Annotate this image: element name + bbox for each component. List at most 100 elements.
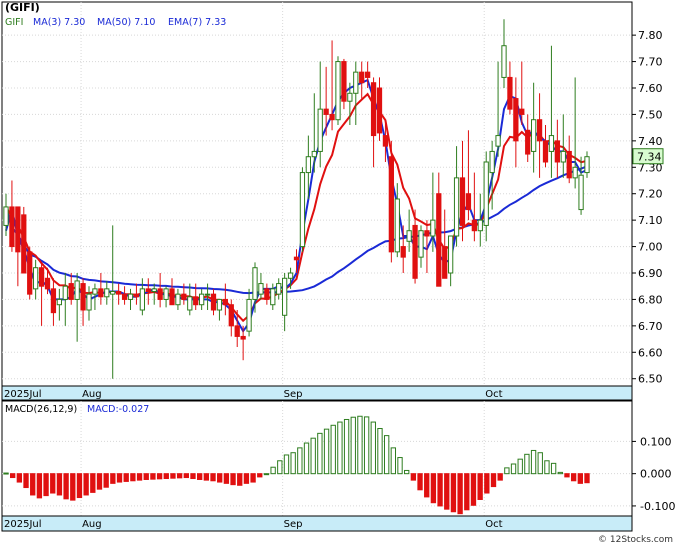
candle-up xyxy=(483,161,489,226)
macd-bar-negative xyxy=(183,473,189,479)
macd-bar-positive xyxy=(303,442,310,475)
macd-bar-negative xyxy=(417,473,423,491)
macd-bar-negative xyxy=(410,473,417,481)
candle-down xyxy=(293,256,300,261)
macd-bar-positive xyxy=(510,463,517,475)
candle-down xyxy=(133,293,140,298)
candle-down xyxy=(536,119,543,142)
candle-up xyxy=(74,280,80,300)
candle-up xyxy=(584,156,590,174)
macd-bar-positive xyxy=(277,460,283,475)
macd-bar-positive xyxy=(404,469,410,475)
macd-bar-negative xyxy=(230,473,236,486)
macd-bar-positive xyxy=(537,452,543,475)
macd-bar-negative xyxy=(96,473,103,490)
candle-up xyxy=(578,174,584,211)
macd-bar-negative xyxy=(176,473,183,479)
macd-bar-negative xyxy=(570,473,577,482)
candle-down xyxy=(341,61,347,102)
macd-bar-positive xyxy=(283,454,290,475)
macd-bar-negative xyxy=(70,473,76,501)
macd-bar-positive xyxy=(363,416,370,475)
macd-bar-negative xyxy=(577,473,583,484)
candle-down xyxy=(525,129,531,155)
candle-up xyxy=(335,61,341,121)
macd-bar-negative xyxy=(76,473,83,499)
candle-down xyxy=(519,108,525,115)
macd-bar-negative xyxy=(16,473,23,483)
macd-month-label: 2025Jul xyxy=(4,519,42,530)
candle-up xyxy=(299,172,306,248)
candle-down xyxy=(507,76,513,110)
candle-down xyxy=(264,288,270,300)
macd-bar-positive xyxy=(263,473,270,476)
macd-bar-positive xyxy=(343,418,350,475)
macd-bar-positive xyxy=(504,467,510,475)
candle-up xyxy=(347,92,353,102)
candle-down xyxy=(9,206,15,248)
candle-down xyxy=(382,135,389,147)
candle-up xyxy=(246,298,252,332)
macd-bar-positive xyxy=(323,428,330,475)
macd-month-label: Oct xyxy=(485,519,502,530)
candle-down xyxy=(365,71,371,78)
macd-bar-positive xyxy=(290,452,296,475)
macd-bar-positive xyxy=(557,471,563,475)
macd-bar-positive xyxy=(297,447,303,475)
macd-bar-negative xyxy=(43,473,49,497)
month-label: Aug xyxy=(82,389,102,400)
candle-up xyxy=(139,288,145,311)
macd-bar-negative xyxy=(257,473,263,478)
macd-bar-negative xyxy=(450,473,457,513)
macd-bar-negative xyxy=(223,473,230,484)
macd-bar-positive xyxy=(317,432,323,475)
candle-down xyxy=(50,288,57,314)
candle-down xyxy=(459,177,466,226)
candle-up xyxy=(560,150,566,163)
macd-bar-negative xyxy=(110,473,116,484)
macd-bar-negative xyxy=(23,473,29,489)
price-tick-label: 6.80 xyxy=(638,293,663,306)
candle-up xyxy=(548,135,555,152)
stock-chart: 6.50 6.60 6.70 6.80 6.90 7.00 7.10 7.20 7.30 7.40… xyxy=(0,0,680,546)
macd-bar-negative xyxy=(190,473,196,480)
price-tick-label: 7.80 xyxy=(638,29,663,42)
candle-up xyxy=(531,119,537,152)
candle-up xyxy=(86,293,92,311)
macd-bar-positive xyxy=(310,437,316,475)
macd-bar-positive xyxy=(3,472,9,475)
macd-bar-negative xyxy=(130,473,136,482)
candle-up xyxy=(311,150,317,158)
candle-down xyxy=(554,140,560,163)
price-tick-label: 6.70 xyxy=(638,320,663,333)
macd-bar-negative xyxy=(30,473,36,496)
macd-bar-negative xyxy=(444,473,450,510)
candle-up xyxy=(258,283,264,295)
candle-down xyxy=(388,156,394,253)
candle-down xyxy=(145,288,151,293)
candle-up xyxy=(453,177,460,237)
candle-down xyxy=(442,246,448,279)
price-tick-label: 7.00 xyxy=(638,241,663,254)
macd-bar-negative xyxy=(63,473,69,500)
candle-down xyxy=(513,98,519,142)
price-tick-label: 7.20 xyxy=(638,188,663,201)
legend-ma50: MA(50) 7.10 xyxy=(97,17,155,28)
macd-bar-positive xyxy=(350,416,356,475)
month-label: Oct xyxy=(485,389,502,400)
candle-down xyxy=(566,150,572,179)
candle-down xyxy=(234,325,240,337)
candle-up xyxy=(127,293,134,300)
macd-bar-positive xyxy=(544,460,550,475)
macd-bar-negative xyxy=(163,473,169,480)
macd-tick-label: 0.000 xyxy=(640,468,672,481)
candle-down xyxy=(116,291,122,295)
candle-up xyxy=(204,293,211,296)
candle-up xyxy=(282,277,288,316)
macd-bar-negative xyxy=(424,473,430,498)
candle-up xyxy=(151,288,157,293)
candle-down xyxy=(436,193,442,287)
candle-down xyxy=(98,288,104,298)
candle-up xyxy=(163,288,169,300)
macd-bar-positive xyxy=(270,466,276,475)
